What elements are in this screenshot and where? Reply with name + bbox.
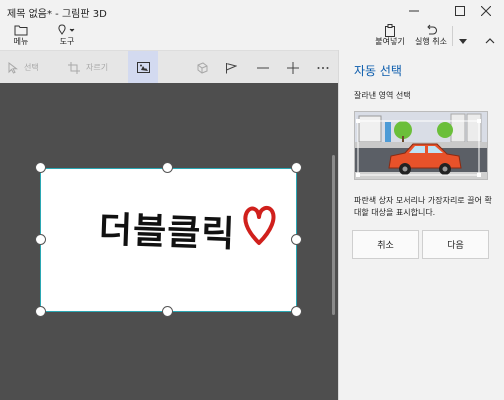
car-preview-illustration [355,112,487,179]
selection-box[interactable]: 더블클릭 [40,168,297,312]
menu-button[interactable]: 메뉴 [8,22,34,50]
magic-select-icon [136,61,150,73]
ribbon: 메뉴 도구 붙여넣기 실행 취소 [0,22,504,50]
rotate-icon [197,61,208,74]
paste-button[interactable]: 붙여넣기 [372,22,408,50]
title-bar: 제목 없음* - 그림판 3D [0,0,504,22]
undo-button[interactable]: 실행 취소 [413,22,449,50]
resize-handle-bottom-left[interactable] [35,306,46,317]
tools-button[interactable]: 도구 [52,22,82,50]
minus-icon [257,67,269,68]
zoom-out-button[interactable] [257,51,269,84]
undo-label: 실행 취소 [415,37,447,46]
more-options-button[interactable] [317,51,329,84]
resize-handle-top-right[interactable] [291,162,302,173]
select-tool[interactable]: 선택 [8,51,39,84]
ribbon-divider [452,26,453,46]
resize-handle-right[interactable] [291,234,302,245]
close-icon [481,6,491,16]
flag-tool[interactable] [225,51,237,84]
vertical-scrollbar[interactable] [332,155,335,315]
resize-handle-left[interactable] [35,234,46,245]
panel-title: 자동 선택 [354,64,402,78]
caret-down-icon [459,39,467,44]
window-title: 제목 없음* - 그림판 3D [7,9,107,20]
more-icon [317,66,329,69]
rotate-tool[interactable] [196,51,208,84]
maximize-icon [455,6,465,16]
chevron-up-icon [485,38,495,44]
folder-icon [14,23,28,37]
canvas-area[interactable]: 더블클릭 [0,83,338,400]
crop-label: 자르기 [86,63,109,72]
resize-handle-top[interactable] [162,162,173,173]
ribbon-dropdown[interactable] [456,22,470,50]
flag-icon [226,62,237,73]
crop-icon [68,61,80,74]
magic-select-tool[interactable] [128,51,158,84]
preview-image [354,111,488,180]
edit-toolbar: 선택 자르기 [0,50,338,84]
drawing-text: 더블클릭 [98,209,237,256]
plus-icon [287,61,299,74]
undo-icon [425,23,437,37]
select-label: 선택 [24,63,39,72]
brush-icon [58,24,75,35]
next-button[interactable]: 다음 [422,230,489,259]
clipboard-icon [384,23,396,37]
cancel-button[interactable]: 취소 [352,230,419,259]
crop-tool[interactable]: 자르기 [68,51,108,84]
cursor-icon [8,61,18,74]
paste-label: 붙여넣기 [375,37,405,46]
collapse-ribbon-button[interactable] [480,22,500,50]
menu-label: 메뉴 [13,37,29,46]
tools-label: 도구 [59,37,75,46]
resize-handle-top-left[interactable] [35,162,46,173]
heart-drawing [243,205,276,245]
resize-handle-bottom[interactable] [162,306,173,317]
resize-handle-bottom-right[interactable] [291,306,302,317]
close-button[interactable] [468,0,504,22]
minimize-icon [409,10,419,12]
magic-select-panel: 자동 선택 잘라낸 영역 선택 파란색 상자 모서리나 가장자리로 끌어 확대할… [338,50,504,400]
minimize-button[interactable] [396,0,432,22]
panel-subtitle: 잘라낸 영역 선택 [354,91,411,100]
panel-description: 파란색 상자 모서리나 가장자리로 끌어 확대할 대상을 표시합니다. [354,196,492,217]
zoom-in-button[interactable] [287,51,299,84]
